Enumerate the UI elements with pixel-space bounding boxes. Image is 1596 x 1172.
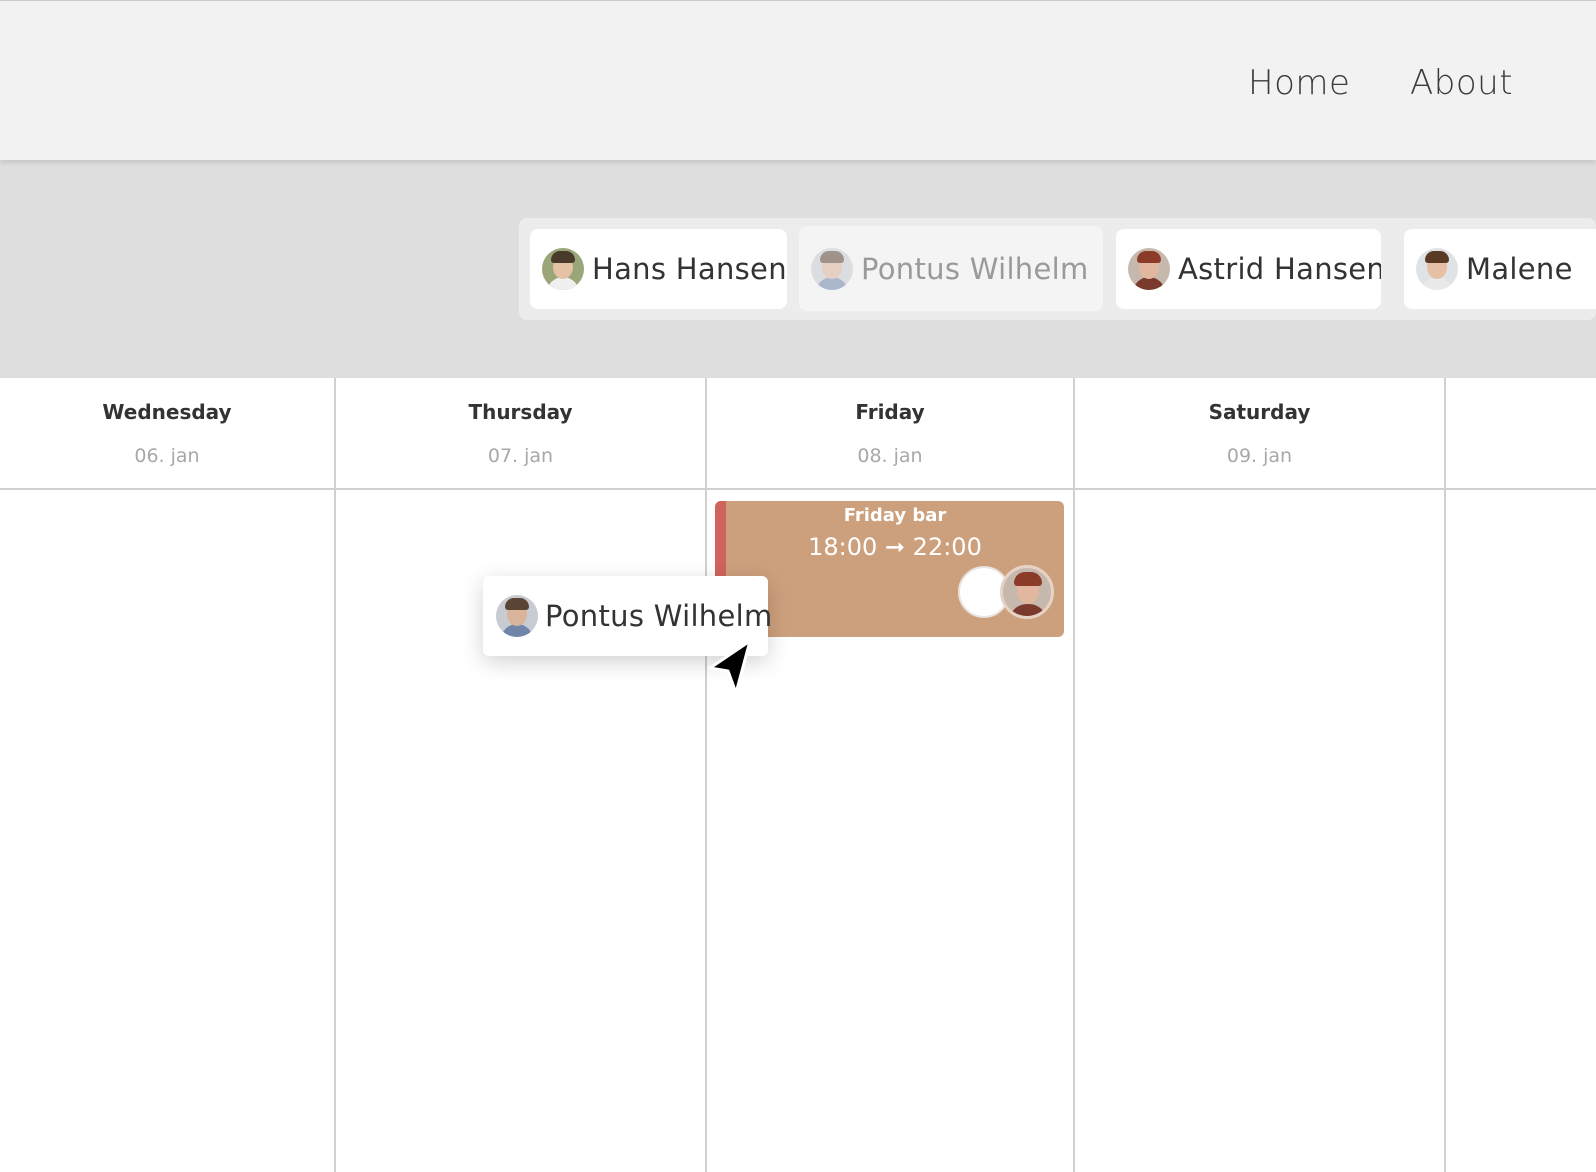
assignee-avatar-astrid-icon[interactable] bbox=[1000, 565, 1054, 619]
event-time: 18:00 ➞ 22:00 bbox=[808, 533, 982, 561]
column-divider bbox=[1073, 378, 1075, 1172]
day-header-wednesday: Wednesday 06. jan bbox=[0, 378, 334, 488]
column-divider bbox=[705, 378, 707, 1172]
column-divider bbox=[1444, 378, 1446, 1172]
avatar-malene-icon bbox=[1416, 248, 1458, 290]
drag-ghost-name: Pontus Wilhelm bbox=[545, 599, 773, 633]
column-divider bbox=[334, 378, 336, 1172]
day-date: 09. jan bbox=[1226, 445, 1293, 467]
person-chip-malene[interactable]: Malene bbox=[1404, 229, 1596, 309]
avatar-pontus-icon bbox=[811, 247, 853, 290]
person-chip-hans-hansen[interactable]: Hans Hansen bbox=[530, 229, 787, 309]
nav-link-about[interactable]: About bbox=[1410, 63, 1513, 103]
mouse-pointer-icon bbox=[708, 639, 752, 695]
day-name: Saturday bbox=[1208, 400, 1311, 424]
day-name: Thursday bbox=[468, 400, 573, 424]
day-header-saturday: Saturday 09. jan bbox=[1075, 378, 1444, 488]
person-name: Astrid Hansen bbox=[1178, 252, 1381, 286]
day-date: 06. jan bbox=[134, 445, 200, 467]
person-chip-astrid-hansen[interactable]: Astrid Hansen bbox=[1116, 229, 1381, 309]
event-title: Friday bar bbox=[843, 505, 947, 526]
day-name: Friday bbox=[855, 400, 925, 424]
avatar-pontus-icon bbox=[496, 595, 538, 637]
person-chip-pontus-wilhelm[interactable]: Pontus Wilhelm bbox=[799, 226, 1103, 311]
person-name: Malene bbox=[1466, 252, 1573, 286]
day-date: 07. jan bbox=[487, 445, 554, 467]
person-name: Hans Hansen bbox=[592, 252, 787, 286]
nav-link-home[interactable]: Home bbox=[1248, 63, 1350, 103]
avatar-hans-icon bbox=[542, 248, 584, 290]
day-date: 08. jan bbox=[857, 445, 923, 467]
day-header-thursday: Thursday 07. jan bbox=[336, 378, 705, 488]
day-header-friday: Friday 08. jan bbox=[707, 378, 1073, 488]
week-calendar: Wednesday 06. jan Thursday 07. jan Frida… bbox=[0, 378, 1596, 1172]
avatar-astrid-icon bbox=[1128, 248, 1170, 290]
person-name: Pontus Wilhelm bbox=[861, 251, 1089, 286]
calendar-header-divider bbox=[0, 488, 1596, 490]
day-name: Wednesday bbox=[102, 400, 232, 424]
top-navigation-bar: Home About bbox=[0, 0, 1596, 160]
